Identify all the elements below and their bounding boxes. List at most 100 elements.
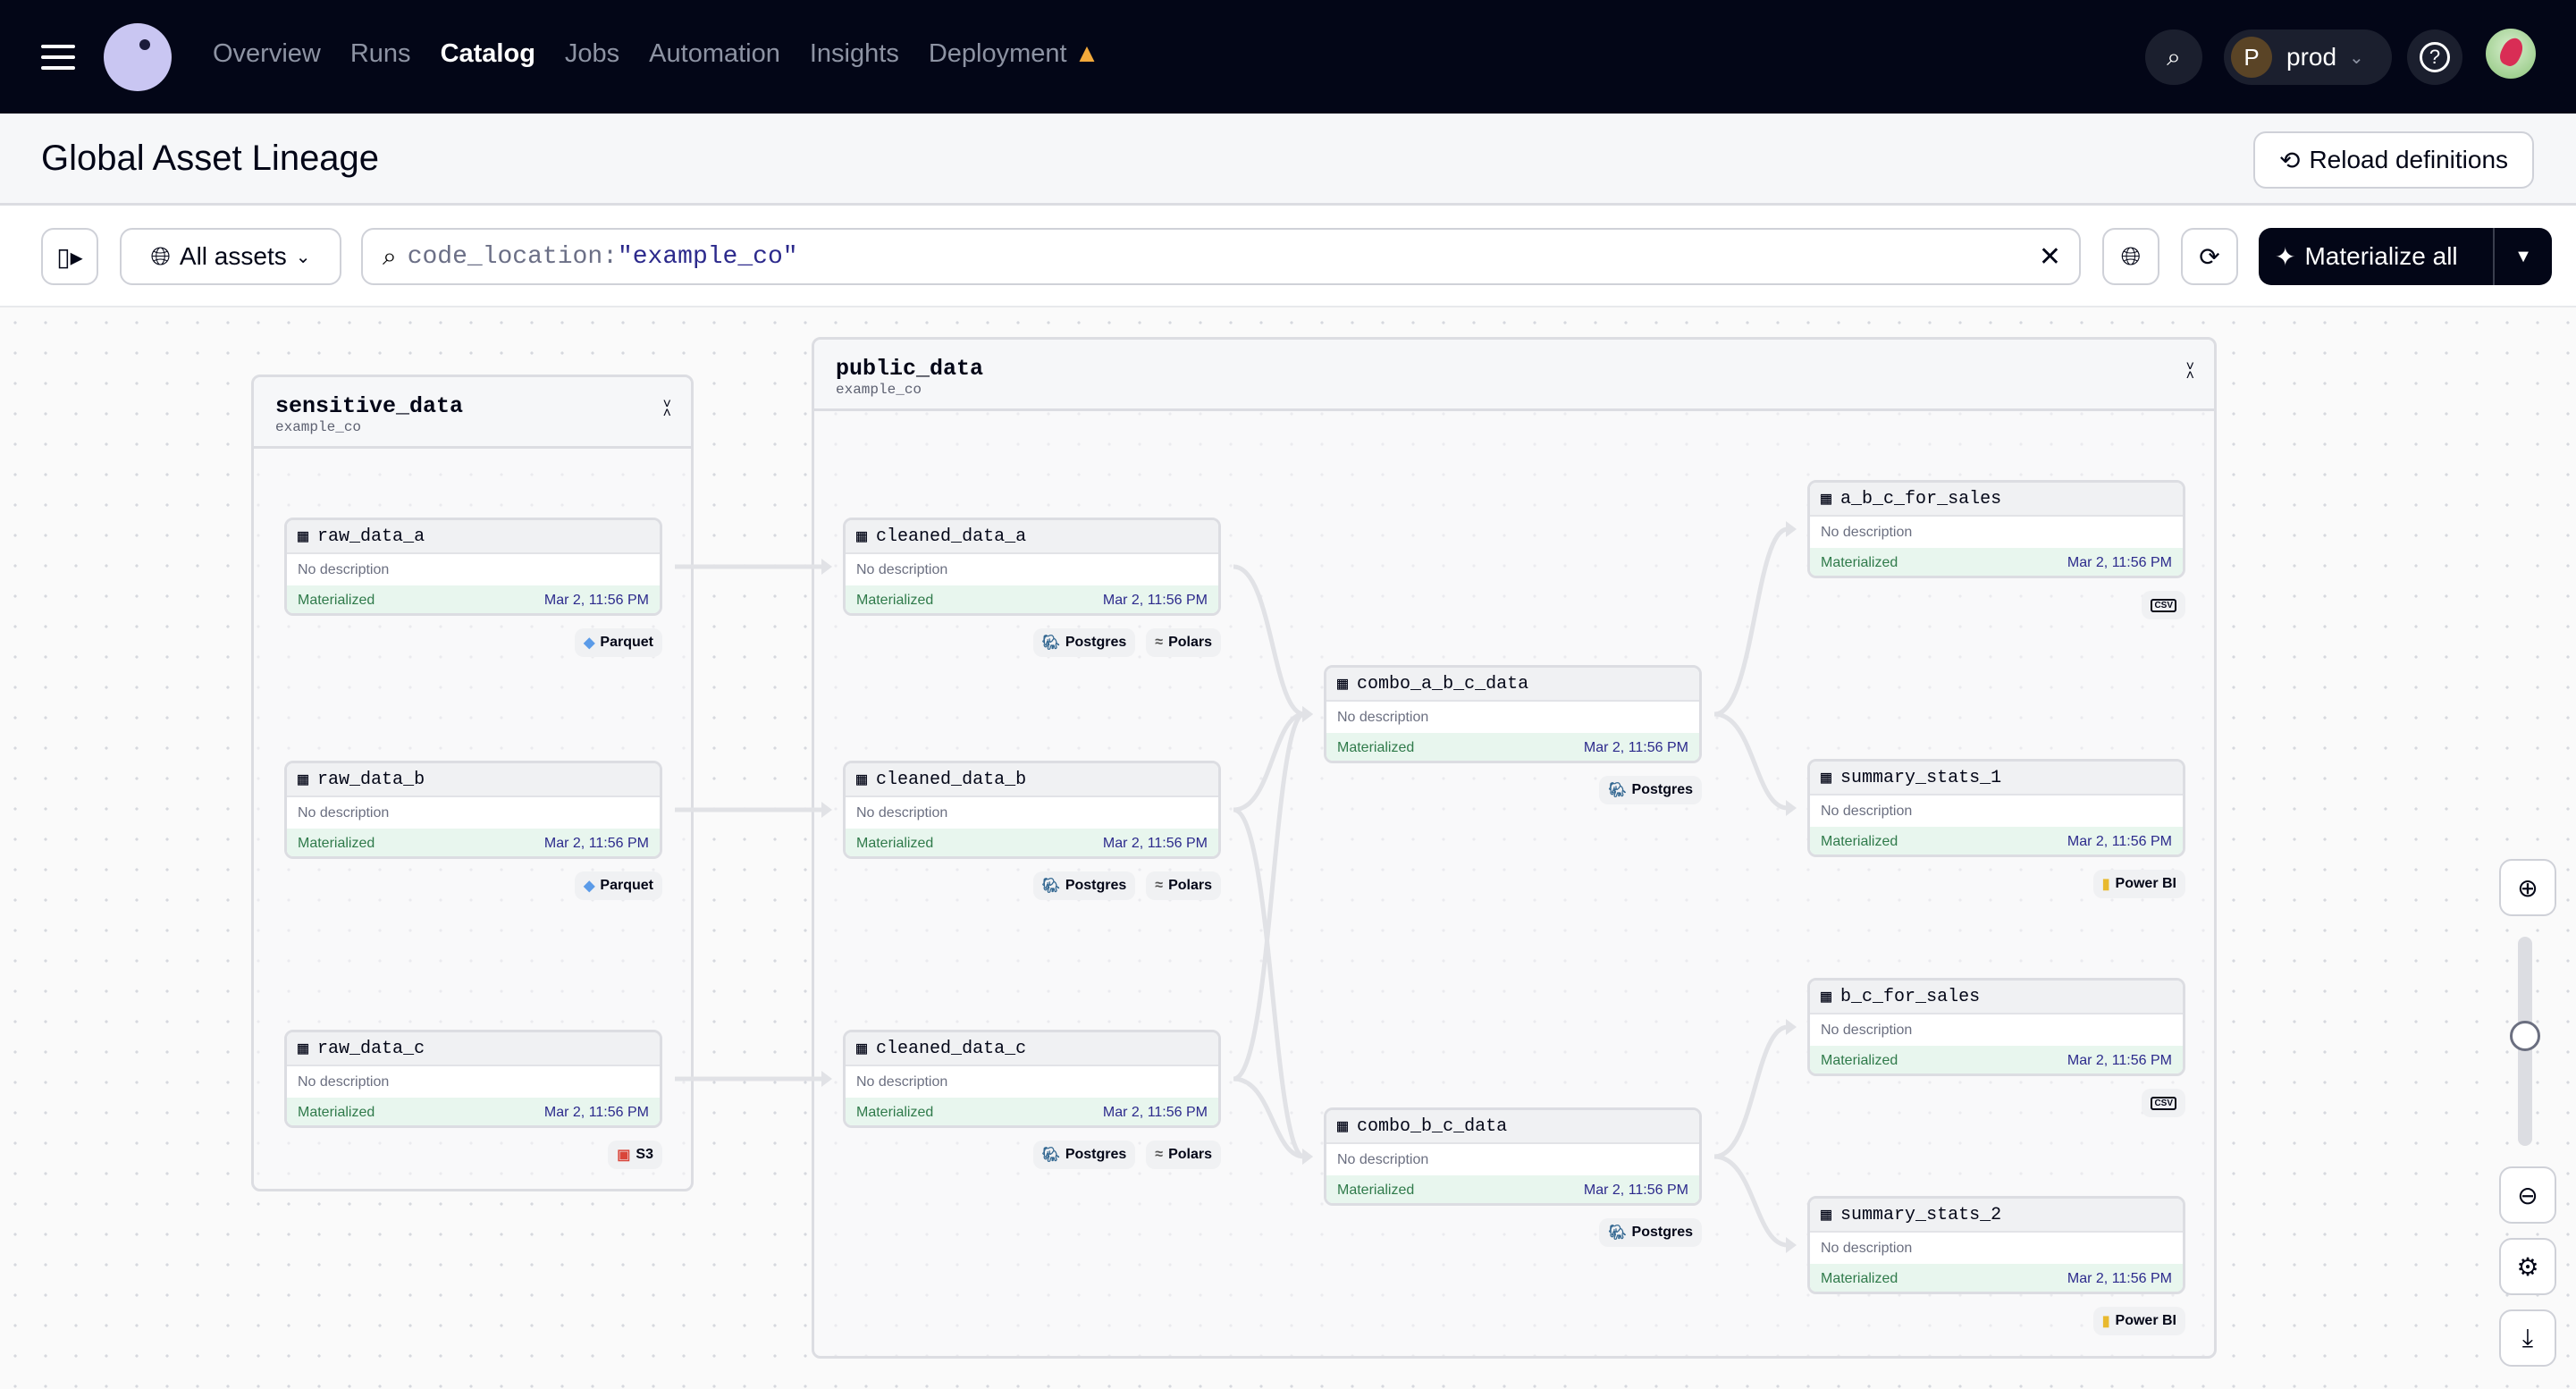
kind-tag-power-bi[interactable]: ▮ Power BI bbox=[2092, 870, 2185, 898]
globe-icon: 🌐︎ bbox=[150, 241, 171, 270]
kind-tag-label: Postgres bbox=[1631, 1225, 1693, 1240]
kind-tag-polars[interactable]: ≈ Polars bbox=[1146, 628, 1221, 657]
kind-tag-s3[interactable]: ▣ S3 bbox=[608, 1141, 662, 1169]
kind-tag-label: Power BI bbox=[2115, 876, 2176, 891]
menu-icon[interactable] bbox=[41, 45, 75, 70]
asset-name[interactable]: cleaned_data_b bbox=[876, 770, 1026, 790]
asset-name[interactable]: cleaned_data_a bbox=[876, 526, 1026, 547]
asset-name[interactable]: combo_b_c_data bbox=[1357, 1116, 1507, 1137]
materialized-timestamp[interactable]: Mar 2, 11:56 PM bbox=[2067, 834, 2172, 850]
nav-deployment[interactable]: Deployment ▲ bbox=[929, 39, 1099, 69]
asset-name[interactable]: summary_stats_1 bbox=[1840, 768, 2001, 788]
nav-catalog[interactable]: Catalog bbox=[441, 39, 535, 69]
materialize-all-button[interactable]: ✦ Materialize all ▼ bbox=[2259, 228, 2552, 285]
asset-search-input[interactable]: ⌕ code_location: "example_co" ✕ bbox=[361, 228, 2081, 285]
collapse-toggle-icon[interactable]: ˅ ˄ bbox=[663, 398, 671, 421]
materialized-timestamp[interactable]: Mar 2, 11:56 PM bbox=[544, 1105, 649, 1121]
asset-name[interactable]: raw_data_a bbox=[317, 526, 425, 547]
chevron-down-icon: ⌄ bbox=[2349, 47, 2364, 68]
asset-name[interactable]: a_b_c_for_sales bbox=[1840, 489, 2001, 509]
user-avatar[interactable] bbox=[2486, 29, 2536, 79]
clear-icon[interactable]: ✕ bbox=[2039, 241, 2061, 273]
asset-node-raw-data-b[interactable]: ▦ raw_data_b No description Materialized Mar… bbox=[284, 761, 662, 859]
nav-automation[interactable]: Automation bbox=[649, 39, 780, 69]
reload-definitions-button[interactable]: ⟲ Reload definitions bbox=[2253, 131, 2534, 189]
kind-tag-label: Postgres bbox=[1065, 878, 1127, 893]
gear-icon: ⚙ bbox=[2516, 1252, 2539, 1281]
materialize-dropdown-caret[interactable]: ▼ bbox=[2495, 247, 2552, 267]
materialized-timestamp[interactable]: Mar 2, 11:56 PM bbox=[1584, 1183, 1688, 1199]
power-bi-icon: ▮ bbox=[2101, 877, 2110, 892]
zoom-out-button[interactable]: ⊖ bbox=[2499, 1166, 2556, 1224]
asset-name[interactable]: b_c_for_sales bbox=[1840, 987, 1980, 1007]
materialized-timestamp[interactable]: Mar 2, 11:56 PM bbox=[1103, 1105, 1208, 1121]
kind-tag-postgres[interactable]: 🐘︎ Postgres bbox=[1032, 871, 1136, 900]
materialized-timestamp[interactable]: Mar 2, 11:56 PM bbox=[544, 593, 649, 609]
kind-tag-csv[interactable]: CSV bbox=[2142, 1089, 2185, 1117]
asset-status-row: Materialized Mar 2, 11:56 PM bbox=[287, 585, 660, 613]
asset-description: No description bbox=[298, 561, 390, 577]
asset-node-cleaned-data-b[interactable]: ▦ cleaned_data_b No description Materialize… bbox=[843, 761, 1221, 859]
deployment-switcher[interactable]: P prod ⌄ bbox=[2224, 29, 2392, 85]
collapse-toggle-icon[interactable]: ˅ ˄ bbox=[2186, 360, 2194, 383]
toggle-sidebar-button[interactable]: ▯▸ bbox=[41, 228, 98, 285]
zoom-slider-handle[interactable] bbox=[2510, 1021, 2540, 1051]
asset-node-summary-stats-2[interactable]: ▦ summary_stats_2 No description Materializ… bbox=[1807, 1196, 2185, 1294]
materialized-timestamp[interactable]: Mar 2, 11:56 PM bbox=[2067, 555, 2172, 571]
table-icon: ▦ bbox=[856, 1040, 868, 1060]
asset-node-a-b-c-for-sales[interactable]: ▦ a_b_c_for_sales No description Materializ… bbox=[1807, 480, 2185, 578]
asset-name[interactable]: raw_data_c bbox=[317, 1039, 425, 1059]
page-header: Global Asset Lineage ⟲ Reload definitions bbox=[0, 114, 2576, 206]
kind-tag-csv[interactable]: CSV bbox=[2142, 591, 2185, 619]
kind-tag-polars[interactable]: ≈ Polars bbox=[1146, 1141, 1221, 1169]
kind-tag-power-bi[interactable]: ▮ Power BI bbox=[2092, 1307, 2185, 1335]
settings-button[interactable]: ⚙ bbox=[2499, 1238, 2556, 1295]
materialize-all-main[interactable]: ✦ Materialize all bbox=[2259, 228, 2495, 285]
materialized-timestamp[interactable]: Mar 2, 11:56 PM bbox=[544, 836, 649, 852]
group-header[interactable]: sensitive_data example_co ˅ ˄ bbox=[254, 377, 691, 449]
asset-node-header: ▦ raw_data_c bbox=[287, 1032, 660, 1066]
materialized-timestamp[interactable]: Mar 2, 11:56 PM bbox=[2067, 1053, 2172, 1069]
asset-name[interactable]: cleaned_data_c bbox=[876, 1039, 1026, 1059]
asset-node-raw-data-c[interactable]: ▦ raw_data_c No description Materialized Mar… bbox=[284, 1030, 662, 1128]
search-button[interactable]: ⌕ bbox=[2145, 29, 2202, 85]
asset-node-cleaned-data-c[interactable]: ▦ cleaned_data_c No description Materialize… bbox=[843, 1030, 1221, 1128]
nav-jobs[interactable]: Jobs bbox=[565, 39, 619, 69]
asset-node-combo-a-b-c-data[interactable]: ▦ combo_a_b_c_data No description Materiali… bbox=[1324, 665, 1702, 763]
asset-node-combo-b-c-data[interactable]: ▦ combo_b_c_data No description Materialize… bbox=[1324, 1107, 1702, 1206]
kind-tag-label: S3 bbox=[636, 1147, 653, 1162]
kind-tag-polars[interactable]: ≈ Polars bbox=[1146, 871, 1221, 900]
asset-name[interactable]: summary_stats_2 bbox=[1840, 1205, 2001, 1225]
kind-tag-parquet[interactable]: ◆ Parquet bbox=[575, 628, 662, 657]
asset-node-header: ▦ cleaned_data_a bbox=[846, 520, 1218, 554]
asset-node-cleaned-data-a[interactable]: ▦ cleaned_data_a No description Materialize… bbox=[843, 518, 1221, 616]
materialized-timestamp[interactable]: Mar 2, 11:56 PM bbox=[2067, 1271, 2172, 1287]
download-button[interactable]: ⤓ bbox=[2499, 1309, 2556, 1367]
kind-tag-postgres[interactable]: 🐘︎ Postgres bbox=[1032, 628, 1136, 657]
refresh-button[interactable]: ⟳ bbox=[2181, 228, 2238, 285]
asset-node-summary-stats-1[interactable]: ▦ summary_stats_1 No description Materializ… bbox=[1807, 759, 2185, 857]
kind-tag-postgres[interactable]: 🐘︎ Postgres bbox=[1599, 1218, 1702, 1247]
globe-add-button[interactable]: 🌐︎ bbox=[2102, 228, 2159, 285]
kind-tag-postgres[interactable]: 🐘︎ Postgres bbox=[1599, 776, 1702, 804]
kind-tag-postgres[interactable]: 🐘︎ Postgres bbox=[1032, 1141, 1136, 1169]
nav-insights[interactable]: Insights bbox=[810, 39, 899, 69]
dagster-logo[interactable] bbox=[104, 23, 172, 91]
help-button[interactable]: ? bbox=[2407, 29, 2462, 85]
materialized-timestamp[interactable]: Mar 2, 11:56 PM bbox=[1584, 740, 1688, 756]
nav-overview[interactable]: Overview bbox=[213, 39, 321, 69]
asset-scope-dropdown[interactable]: 🌐︎ All assets ⌄ bbox=[120, 228, 341, 285]
asset-node-raw-data-a[interactable]: ▦ raw_data_a No description Materialized Mar… bbox=[284, 518, 662, 616]
materialized-timestamp[interactable]: Mar 2, 11:56 PM bbox=[1103, 836, 1208, 852]
materialized-timestamp[interactable]: Mar 2, 11:56 PM bbox=[1103, 593, 1208, 609]
status-label: Materialized bbox=[298, 1105, 375, 1120]
kind-tag-parquet[interactable]: ◆ Parquet bbox=[575, 871, 662, 900]
group-header[interactable]: public_data example_co ˅ ˄ bbox=[814, 340, 2214, 411]
asset-node-b-c-for-sales[interactable]: ▦ b_c_for_sales No description Materialized… bbox=[1807, 978, 2185, 1076]
nav-runs[interactable]: Runs bbox=[350, 39, 411, 69]
parquet-icon: ◆ bbox=[584, 636, 595, 651]
asset-name[interactable]: combo_a_b_c_data bbox=[1357, 674, 1528, 694]
zoom-in-button[interactable]: ⊕ bbox=[2499, 859, 2556, 916]
asset-name[interactable]: raw_data_b bbox=[317, 770, 425, 790]
asset-kind-tags: ◆ Parquet bbox=[284, 871, 662, 900]
